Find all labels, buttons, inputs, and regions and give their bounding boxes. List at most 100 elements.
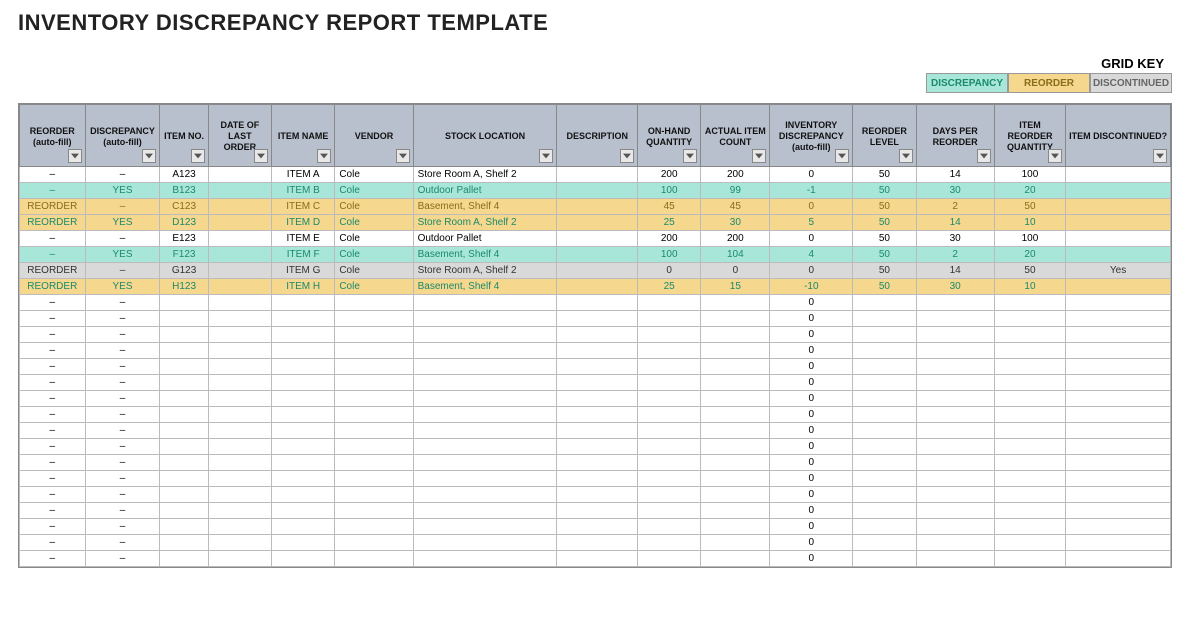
cell-desc[interactable] bbox=[557, 263, 638, 279]
cell-disc[interactable] bbox=[1066, 487, 1171, 503]
cell-stock[interactable]: Outdoor Pallet bbox=[413, 183, 557, 199]
cell-days[interactable] bbox=[916, 487, 994, 503]
cell-itemname[interactable] bbox=[272, 503, 335, 519]
cell-disc[interactable] bbox=[1066, 455, 1171, 471]
cell-discrep[interactable]: – bbox=[85, 231, 160, 247]
cell-qty[interactable] bbox=[994, 519, 1065, 535]
cell-vendor[interactable]: Cole bbox=[335, 263, 413, 279]
cell-discrep[interactable]: – bbox=[85, 439, 160, 455]
cell-inv[interactable]: 0 bbox=[770, 471, 853, 487]
cell-desc[interactable] bbox=[557, 487, 638, 503]
cell-itemname[interactable] bbox=[272, 535, 335, 551]
cell-inv[interactable]: 0 bbox=[770, 263, 853, 279]
cell-itemno[interactable] bbox=[160, 391, 208, 407]
cell-disc[interactable]: Yes bbox=[1066, 263, 1171, 279]
cell-date[interactable] bbox=[208, 471, 271, 487]
cell-vendor[interactable] bbox=[335, 327, 413, 343]
cell-qty[interactable] bbox=[994, 311, 1065, 327]
table-row[interactable]: REORDERYESH123ITEM HColeBasement, Shelf … bbox=[20, 279, 1171, 295]
cell-discrep[interactable]: – bbox=[85, 327, 160, 343]
cell-inv[interactable]: 0 bbox=[770, 407, 853, 423]
cell-itemname[interactable]: ITEM E bbox=[272, 231, 335, 247]
table-row[interactable]: ––0 bbox=[20, 375, 1171, 391]
cell-onhand[interactable] bbox=[638, 359, 701, 375]
table-row[interactable]: ––0 bbox=[20, 327, 1171, 343]
cell-inv[interactable]: 0 bbox=[770, 551, 853, 567]
cell-stock[interactable]: Basement, Shelf 4 bbox=[413, 247, 557, 263]
cell-qty[interactable] bbox=[994, 327, 1065, 343]
cell-onhand[interactable] bbox=[638, 423, 701, 439]
cell-inv[interactable]: 5 bbox=[770, 215, 853, 231]
cell-itemno[interactable] bbox=[160, 503, 208, 519]
filter-dropdown-icon[interactable] bbox=[396, 149, 410, 163]
cell-itemname[interactable]: ITEM A bbox=[272, 167, 335, 183]
table-row[interactable]: ––0 bbox=[20, 487, 1171, 503]
filter-dropdown-icon[interactable] bbox=[1048, 149, 1062, 163]
cell-discrep[interactable]: – bbox=[85, 375, 160, 391]
cell-vendor[interactable] bbox=[335, 391, 413, 407]
cell-itemname[interactable]: ITEM G bbox=[272, 263, 335, 279]
cell-days[interactable] bbox=[916, 391, 994, 407]
cell-stock[interactable] bbox=[413, 503, 557, 519]
column-header[interactable]: DISCREPANCY (auto-fill) bbox=[85, 105, 160, 167]
cell-reorder[interactable]: – bbox=[20, 295, 86, 311]
cell-desc[interactable] bbox=[557, 359, 638, 375]
cell-itemno[interactable] bbox=[160, 439, 208, 455]
cell-vendor[interactable]: Cole bbox=[335, 231, 413, 247]
cell-discrep[interactable]: – bbox=[85, 535, 160, 551]
cell-onhand[interactable] bbox=[638, 551, 701, 567]
cell-inv[interactable]: 0 bbox=[770, 231, 853, 247]
cell-qty[interactable] bbox=[994, 535, 1065, 551]
cell-itemno[interactable] bbox=[160, 487, 208, 503]
cell-vendor[interactable] bbox=[335, 423, 413, 439]
cell-desc[interactable] bbox=[557, 407, 638, 423]
cell-itemname[interactable] bbox=[272, 311, 335, 327]
cell-stock[interactable] bbox=[413, 295, 557, 311]
cell-actual[interactable] bbox=[701, 423, 770, 439]
cell-level[interactable]: 50 bbox=[853, 247, 916, 263]
cell-itemno[interactable] bbox=[160, 375, 208, 391]
cell-days[interactable]: 2 bbox=[916, 247, 994, 263]
cell-stock[interactable] bbox=[413, 343, 557, 359]
column-header[interactable]: DATE OF LAST ORDER bbox=[208, 105, 271, 167]
filter-dropdown-icon[interactable] bbox=[191, 149, 205, 163]
cell-inv[interactable]: 0 bbox=[770, 311, 853, 327]
cell-actual[interactable]: 99 bbox=[701, 183, 770, 199]
cell-itemno[interactable] bbox=[160, 551, 208, 567]
table-row[interactable]: ––0 bbox=[20, 359, 1171, 375]
cell-date[interactable] bbox=[208, 167, 271, 183]
cell-reorder[interactable]: – bbox=[20, 455, 86, 471]
cell-stock[interactable] bbox=[413, 455, 557, 471]
cell-desc[interactable] bbox=[557, 295, 638, 311]
cell-disc[interactable] bbox=[1066, 551, 1171, 567]
cell-reorder[interactable]: REORDER bbox=[20, 263, 86, 279]
cell-itemno[interactable] bbox=[160, 519, 208, 535]
cell-days[interactable] bbox=[916, 359, 994, 375]
cell-qty[interactable] bbox=[994, 359, 1065, 375]
cell-itemno[interactable]: F123 bbox=[160, 247, 208, 263]
cell-date[interactable] bbox=[208, 535, 271, 551]
cell-stock[interactable] bbox=[413, 423, 557, 439]
cell-itemname[interactable] bbox=[272, 375, 335, 391]
cell-actual[interactable]: 45 bbox=[701, 199, 770, 215]
cell-disc[interactable] bbox=[1066, 327, 1171, 343]
cell-onhand[interactable] bbox=[638, 343, 701, 359]
cell-days[interactable] bbox=[916, 551, 994, 567]
cell-reorder[interactable]: – bbox=[20, 551, 86, 567]
cell-itemno[interactable]: H123 bbox=[160, 279, 208, 295]
cell-reorder[interactable]: REORDER bbox=[20, 215, 86, 231]
cell-inv[interactable]: 4 bbox=[770, 247, 853, 263]
cell-level[interactable] bbox=[853, 439, 916, 455]
cell-itemname[interactable]: ITEM H bbox=[272, 279, 335, 295]
cell-qty[interactable] bbox=[994, 375, 1065, 391]
cell-desc[interactable] bbox=[557, 199, 638, 215]
cell-reorder[interactable]: – bbox=[20, 503, 86, 519]
cell-date[interactable] bbox=[208, 199, 271, 215]
cell-itemno[interactable] bbox=[160, 327, 208, 343]
cell-stock[interactable]: Store Room A, Shelf 2 bbox=[413, 263, 557, 279]
cell-days[interactable] bbox=[916, 407, 994, 423]
table-row[interactable]: REORDER–G123ITEM GColeStore Room A, Shel… bbox=[20, 263, 1171, 279]
table-row[interactable]: ––0 bbox=[20, 407, 1171, 423]
cell-desc[interactable] bbox=[557, 183, 638, 199]
cell-reorder[interactable]: – bbox=[20, 247, 86, 263]
